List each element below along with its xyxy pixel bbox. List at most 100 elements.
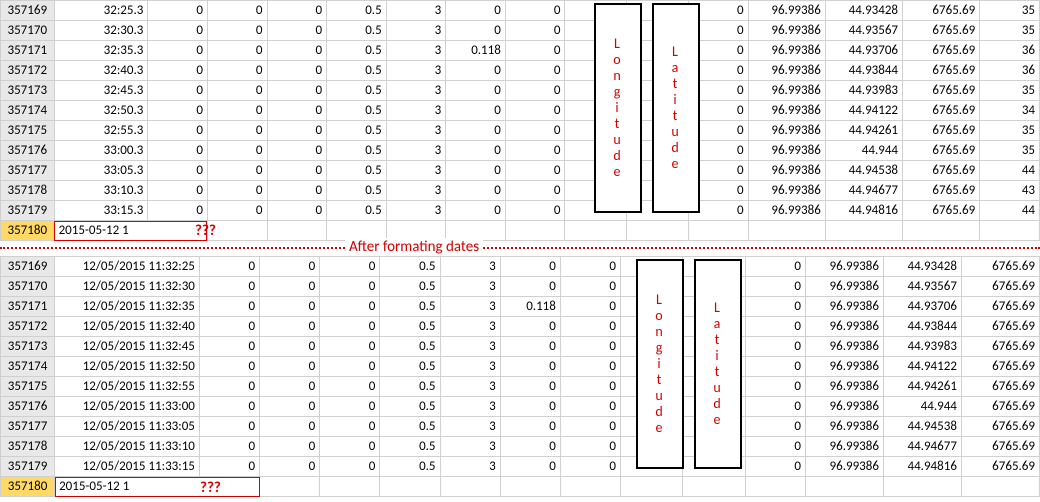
cell[interactable]: 0 [446,121,506,141]
cell[interactable]: 0 [199,377,259,397]
cell[interactable]: 0 [745,457,805,477]
cell[interactable]: 44.93706 [825,41,902,61]
cell[interactable]: 0 [199,397,259,417]
cell[interactable]: 0 [260,377,320,397]
cell[interactable] [320,477,380,497]
cell[interactable]: 0 [505,1,565,21]
cell[interactable]: 44.94816 [825,201,902,221]
cell[interactable]: 6765.69 [903,161,980,181]
cell[interactable]: 0 [505,181,565,201]
cell[interactable]: 0 [505,21,565,41]
cell[interactable]: 6765.69 [903,21,980,41]
cell[interactable]: 33:05.3 [54,161,148,181]
cell[interactable]: 0.5 [380,277,440,297]
row-header[interactable]: 357173 [1,81,55,101]
cell[interactable]: 32:25.3 [54,1,148,21]
cell[interactable]: 0.5 [327,101,387,121]
cell[interactable]: 96.99386 [748,1,825,21]
cell[interactable]: 0 [207,101,267,121]
cell[interactable]: 0 [745,297,805,317]
table-row[interactable]: 3571802015-05-12 1 [1,477,1040,497]
row-header[interactable]: 357174 [1,357,55,377]
cell[interactable]: 6765.69 [961,337,1039,357]
cell[interactable]: 0 [560,297,620,317]
cell[interactable]: 0 [500,417,560,437]
cell[interactable]: 0 [446,141,506,161]
cell[interactable]: 0 [148,101,208,121]
cell[interactable]: 0.5 [380,257,440,277]
cell[interactable]: 44.94122 [825,101,902,121]
row-header[interactable]: 357174 [1,101,55,121]
cell[interactable]: 96.99386 [748,141,825,161]
cell[interactable]: 44.944 [883,397,961,417]
cell[interactable]: 0 [199,297,259,317]
table-row[interactable]: 35717812/05/2015 11:33:100000.5300096.99… [1,437,1040,457]
cell[interactable]: 3 [440,297,500,317]
cell[interactable]: 12/05/2015 11:32:35 [55,297,200,317]
cell[interactable]: 0 [500,317,560,337]
cell[interactable]: 3 [386,81,446,101]
cell[interactable]: 0.5 [380,297,440,317]
table-row[interactable]: 35717132:35.30000.530.1180096.9938644.93… [1,41,1040,61]
cell[interactable]: 3 [440,277,500,297]
cell[interactable]: 6765.69 [961,257,1039,277]
cell[interactable]: 0.5 [380,397,440,417]
cell[interactable]: 44.944 [825,141,902,161]
cell[interactable]: 96.99386 [748,21,825,41]
cell[interactable]: 96.99386 [805,437,883,457]
cell[interactable]: 35 [980,1,1040,21]
table-row[interactable]: 35716932:25.30000.5300096.9938644.934286… [1,1,1040,21]
cell[interactable]: 3 [386,41,446,61]
row-header[interactable]: 357179 [1,201,55,221]
cell[interactable]: 0.5 [380,377,440,397]
cell[interactable]: 0 [260,397,320,417]
cell[interactable]: 0 [320,277,380,297]
row-header[interactable]: 357175 [1,377,55,397]
cell[interactable]: 3 [386,101,446,121]
cell[interactable]: 0 [320,357,380,377]
cell[interactable]: 44.94538 [883,417,961,437]
cell[interactable]: 96.99386 [805,337,883,357]
cell[interactable]: 12/05/2015 11:33:00 [55,397,200,417]
cell[interactable]: 44.94538 [825,161,902,181]
cell[interactable]: 32:55.3 [54,121,148,141]
cell[interactable]: 96.99386 [748,81,825,101]
cell[interactable]: 0 [199,357,259,377]
cell[interactable]: 0.5 [327,181,387,201]
cell[interactable]: 6765.69 [903,41,980,61]
cell[interactable]: 0 [148,1,208,21]
cell[interactable]: 12/05/2015 11:32:25 [55,257,200,277]
cell[interactable]: 3 [440,417,500,437]
cell[interactable]: 0 [207,201,267,221]
cell[interactable]: 35 [980,141,1040,161]
cell[interactable]: 96.99386 [748,121,825,141]
cell[interactable]: 6765.69 [903,101,980,121]
cell[interactable]: 0 [267,41,327,61]
cell[interactable]: 36 [980,61,1040,81]
cell[interactable]: 0 [560,417,620,437]
row-header[interactable]: 357171 [1,41,55,61]
cell[interactable]: 3 [386,21,446,41]
cell[interactable]: 44.93567 [883,277,961,297]
cell[interactable] [748,221,825,241]
cell[interactable]: 0 [207,141,267,161]
cell[interactable]: 96.99386 [805,297,883,317]
cell[interactable] [267,221,327,241]
table-row[interactable]: 35717633:00.30000.5300096.9938644.944676… [1,141,1040,161]
cell[interactable]: 96.99386 [748,181,825,201]
cell[interactable]: 0 [320,457,380,477]
cell[interactable]: 96.99386 [748,201,825,221]
row-header[interactable]: 357172 [1,317,55,337]
cell[interactable]: 3 [440,397,500,417]
cell[interactable]: 44.93567 [825,21,902,41]
table-row[interactable]: 35717112/05/2015 11:32:350000.530.118009… [1,297,1040,317]
cell[interactable]: 96.99386 [805,257,883,277]
cell[interactable]: 0 [267,21,327,41]
table-row[interactable]: 35717432:50.30000.5300096.9938644.941226… [1,101,1040,121]
cell[interactable]: 33:10.3 [54,181,148,201]
cell[interactable] [260,477,320,497]
cell[interactable]: 44.94677 [883,437,961,457]
cell[interactable] [683,477,745,497]
cell[interactable]: 32:30.3 [54,21,148,41]
cell[interactable]: 6765.69 [961,277,1039,297]
